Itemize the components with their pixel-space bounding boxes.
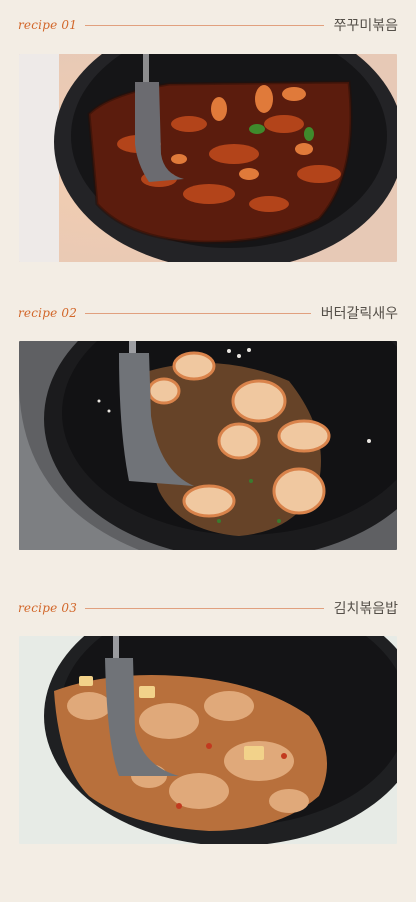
- recipe-title: 버터갈릭새우: [320, 306, 398, 322]
- recipe-tag: recipe 01: [18, 18, 78, 32]
- recipe-title: 김치볶음밥: [333, 601, 398, 617]
- recipe-tag: recipe 02: [18, 306, 78, 320]
- recipe-header-1: recipe 01 쭈꾸미볶음: [18, 14, 398, 36]
- divider-line: [85, 607, 324, 609]
- divider-line: [85, 24, 324, 26]
- divider-line: [85, 312, 311, 314]
- recipe-header-3: recipe 03 김치볶음밥: [18, 597, 398, 619]
- recipe-photo-kimchi-fried-rice: [19, 636, 397, 844]
- recipe-photo-spicy-octopus: [19, 54, 397, 262]
- recipe-photo-butter-garlic-shrimp: [19, 341, 397, 550]
- recipe-title: 쭈꾸미볶음: [333, 18, 398, 34]
- recipe-tag: recipe 03: [18, 601, 78, 615]
- recipe-header-2: recipe 02 버터갈릭새우: [18, 302, 398, 324]
